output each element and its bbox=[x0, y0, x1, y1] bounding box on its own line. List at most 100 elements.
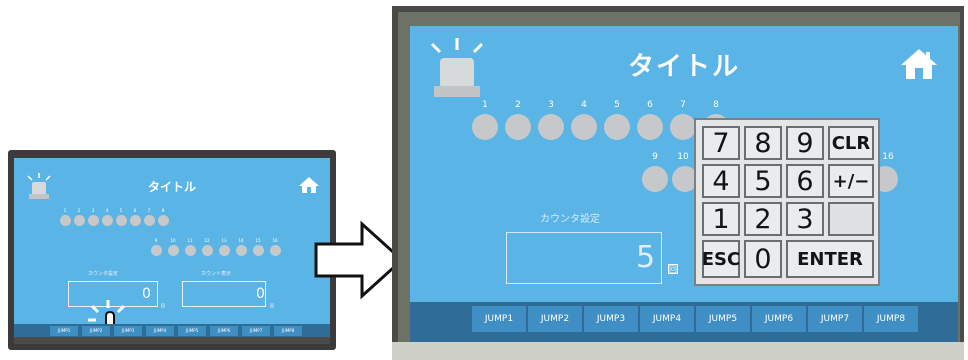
lamp-indicator bbox=[168, 245, 179, 256]
lamp-indicator bbox=[270, 245, 281, 256]
lamp-indicator bbox=[571, 114, 597, 140]
count-display-field bbox=[182, 281, 266, 307]
screenshot-stage: タイトル 1 2 3 4 5 6 7 8 9 10 11 12 13 14 15… bbox=[0, 0, 968, 360]
jump-button[interactable]: JUMP8 bbox=[274, 326, 302, 336]
key-clear[interactable]: CLR bbox=[828, 126, 874, 160]
lamp-indicator bbox=[236, 245, 247, 256]
lamp-indicator bbox=[144, 215, 155, 226]
key-7[interactable]: 7 bbox=[702, 126, 740, 160]
lamp-indicator bbox=[538, 114, 564, 140]
unit-label: 回 bbox=[668, 264, 678, 274]
lamp-number: 4 bbox=[105, 208, 109, 213]
lamp-number: 1 bbox=[63, 208, 67, 213]
lamp-indicator bbox=[670, 114, 696, 140]
lamp-indicator bbox=[60, 215, 71, 226]
lamp-number: 15 bbox=[255, 238, 261, 243]
lamp-number: 5 bbox=[614, 100, 620, 110]
lamp-number: 6 bbox=[133, 208, 137, 213]
panel-stand bbox=[392, 342, 964, 360]
lamp-number: 6 bbox=[647, 100, 653, 110]
count-display-label: カウント表示 bbox=[201, 271, 232, 277]
lamp-indicator bbox=[219, 245, 230, 256]
lamp-indicator bbox=[185, 245, 196, 256]
lamp-number: 8 bbox=[713, 100, 719, 110]
lamp-number: 7 bbox=[147, 208, 151, 213]
jump-button[interactable]: JUMP5 bbox=[178, 326, 206, 336]
jump-button[interactable]: JUMP4 bbox=[640, 306, 694, 332]
page-title: タイトル bbox=[147, 180, 196, 194]
lamp-number: 2 bbox=[77, 208, 81, 213]
key-5[interactable]: 5 bbox=[744, 164, 782, 198]
lamp-number: 1 bbox=[482, 100, 488, 110]
counter-setting-label: カウンタ設定 bbox=[540, 214, 600, 225]
key-8[interactable]: 8 bbox=[744, 126, 782, 160]
lamp-indicator bbox=[642, 166, 668, 192]
lamp-number: 10 bbox=[170, 238, 176, 243]
key-6[interactable]: 6 bbox=[786, 164, 824, 198]
lamp-number: 7 bbox=[680, 100, 686, 110]
jump-button[interactable]: JUMP1 bbox=[50, 326, 78, 336]
lamp-number: 11 bbox=[187, 238, 193, 243]
key-3[interactable]: 3 bbox=[786, 202, 824, 236]
lamp-number: 12 bbox=[204, 238, 210, 243]
counter-setting-value: 5 bbox=[636, 240, 656, 275]
lamp-number: 5 bbox=[119, 208, 123, 213]
jump-button[interactable]: JUMP2 bbox=[528, 306, 582, 332]
jump-button[interactable]: JUMP6 bbox=[752, 306, 806, 332]
lamp-number: 10 bbox=[677, 152, 689, 162]
key-escape[interactable]: ESC bbox=[702, 240, 740, 278]
jump-button[interactable]: JUMP3 bbox=[584, 306, 638, 332]
lamp-number: 9 bbox=[154, 238, 158, 243]
counter-setting-label: カウンタ設定 bbox=[88, 271, 119, 277]
page-title: タイトル bbox=[627, 52, 740, 82]
count-display-value: 0 bbox=[256, 286, 265, 302]
key-4[interactable]: 4 bbox=[702, 164, 740, 198]
lamp-indicator bbox=[472, 114, 498, 140]
jump-button[interactable]: JUMP5 bbox=[696, 306, 750, 332]
lamp-number: 14 bbox=[238, 238, 244, 243]
jump-button[interactable]: JUMP8 bbox=[864, 306, 918, 332]
key-1[interactable]: 1 bbox=[702, 202, 740, 236]
lamp-number: 4 bbox=[581, 100, 587, 110]
key-0[interactable]: 0 bbox=[744, 240, 782, 278]
lamp-number: 8 bbox=[161, 208, 165, 213]
lamp-number: 3 bbox=[548, 100, 554, 110]
jump-button[interactable]: JUMP1 bbox=[472, 306, 526, 332]
unit-label: 回 bbox=[270, 303, 274, 308]
lamp-indicator bbox=[130, 215, 141, 226]
lamp-indicator bbox=[253, 245, 264, 256]
bezel-bottom bbox=[14, 337, 330, 344]
home-icon[interactable] bbox=[298, 176, 320, 194]
lamp-number: 9 bbox=[652, 152, 658, 162]
lamp-indicator bbox=[505, 114, 531, 140]
jump-button[interactable]: JUMP4 bbox=[146, 326, 174, 336]
jump-button[interactable]: JUMP2 bbox=[82, 326, 110, 336]
key-9[interactable]: 9 bbox=[786, 126, 824, 160]
home-icon[interactable] bbox=[900, 48, 938, 80]
lamp-number: 13 bbox=[221, 238, 227, 243]
lamp-indicator bbox=[116, 215, 127, 226]
lamp-number: 16 bbox=[272, 238, 278, 243]
unit-label: 回 bbox=[161, 303, 165, 308]
lamp-number: 3 bbox=[91, 208, 95, 213]
lamp-indicator bbox=[202, 245, 213, 256]
key-2[interactable]: 2 bbox=[744, 202, 782, 236]
jump-button[interactable]: JUMP7 bbox=[242, 326, 270, 336]
lamp-indicator bbox=[88, 215, 99, 226]
small-panel-screen: タイトル 1 2 3 4 5 6 7 8 9 10 11 12 13 14 15… bbox=[14, 158, 330, 344]
lamp-indicator bbox=[604, 114, 630, 140]
key-blank bbox=[828, 202, 874, 236]
lamp-number: 16 bbox=[882, 152, 894, 162]
jump-button[interactable]: JUMP7 bbox=[808, 306, 862, 332]
lamp-indicator bbox=[74, 215, 85, 226]
lamp-indicator bbox=[151, 245, 162, 256]
lamp-indicator bbox=[637, 114, 663, 140]
lamp-indicator bbox=[102, 215, 113, 226]
key-enter[interactable]: ENTER bbox=[786, 240, 874, 278]
lamp-number: 2 bbox=[515, 100, 521, 110]
jump-button[interactable]: JUMP6 bbox=[210, 326, 238, 336]
key-plus-minus[interactable]: +/− bbox=[828, 164, 874, 198]
jump-button[interactable]: JUMP3 bbox=[114, 326, 142, 336]
lamp-indicator bbox=[158, 215, 169, 226]
numeric-keypad: 7 8 9 CLR 4 5 6 +/− 1 2 3 ESC 0 ENTER bbox=[694, 118, 880, 286]
